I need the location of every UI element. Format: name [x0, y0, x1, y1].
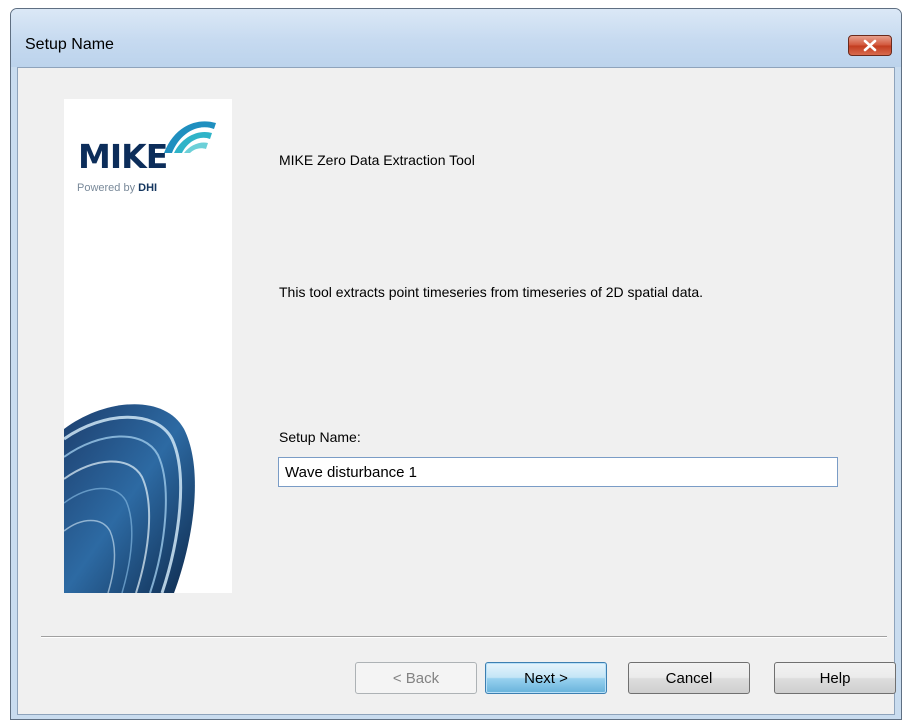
close-icon	[863, 39, 877, 52]
next-button[interactable]: Next >	[485, 662, 607, 694]
branding-panel: MIKE Powered by DHI	[64, 99, 232, 593]
title-bar[interactable]: Setup Name	[11, 9, 901, 67]
tagline-prefix: Powered by	[77, 182, 136, 194]
dhi-swoosh-icon	[164, 121, 216, 153]
button-separator	[41, 636, 887, 638]
tool-title: MIKE Zero Data Extraction Tool	[279, 152, 475, 168]
window-title: Setup Name	[25, 36, 114, 53]
help-button[interactable]: Help	[774, 662, 896, 694]
setup-name-input[interactable]	[278, 457, 838, 487]
cancel-button[interactable]: Cancel	[628, 662, 750, 694]
wave-illustration	[64, 404, 195, 593]
back-button[interactable]: < Back	[355, 662, 477, 694]
close-button[interactable]	[848, 35, 892, 56]
mike-logo: MIKE	[78, 137, 168, 176]
tagline-brand: DHI	[138, 182, 158, 194]
setup-name-dialog: Setup Name MIKE Powered by DHI MIKE Zero…	[10, 8, 902, 720]
dialog-body: MIKE Powered by DHI MIKE Zero Data Extra…	[17, 67, 896, 715]
tool-description: This tool extracts point timeseries from…	[279, 284, 704, 300]
logo-tagline: Powered by DHI	[77, 182, 157, 194]
setup-name-label: Setup Name:	[279, 429, 361, 445]
